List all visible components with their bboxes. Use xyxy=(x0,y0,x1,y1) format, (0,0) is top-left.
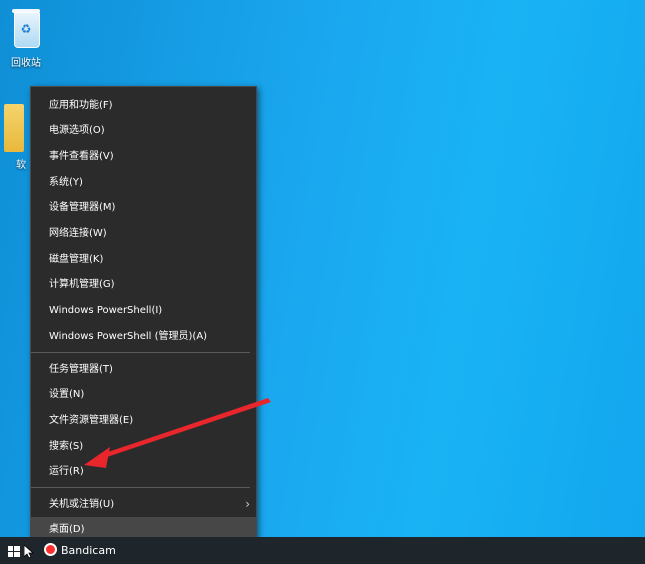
menu-item-apps-features[interactable]: 应用和功能(F) xyxy=(31,93,256,118)
menu-item-shutdown-signout[interactable]: 关机或注销(U) › xyxy=(31,492,256,517)
taskbar-app-label: Bandicam xyxy=(61,544,116,557)
menu-item-computer-management[interactable]: 计算机管理(G) xyxy=(31,272,256,297)
desktop-icon-recycle-bin[interactable]: ♻ 回收站 xyxy=(0,6,54,69)
menu-item-powershell[interactable]: Windows PowerShell(I) xyxy=(31,298,256,323)
menu-separator xyxy=(31,352,250,353)
menu-item-device-manager[interactable]: 设备管理器(M) xyxy=(31,195,256,220)
menu-item-settings[interactable]: 设置(N) xyxy=(31,382,256,407)
winx-context-menu: 应用和功能(F) 电源选项(O) 事件查看器(V) 系统(Y) 设备管理器(M)… xyxy=(30,86,257,548)
desktop-icon-folder[interactable]: 软 xyxy=(4,104,26,171)
menu-item-power-options[interactable]: 电源选项(O) xyxy=(31,118,256,143)
taskbar-app-bandicam[interactable]: Bandicam xyxy=(44,542,116,560)
menu-item-label: 关机或注销(U) xyxy=(49,499,115,510)
menu-item-file-explorer[interactable]: 文件资源管理器(E) xyxy=(31,408,256,433)
menu-item-powershell-admin[interactable]: Windows PowerShell (管理员)(A) xyxy=(31,324,256,349)
menu-item-search[interactable]: 搜索(S) xyxy=(31,434,256,459)
menu-item-network-connections[interactable]: 网络连接(W) xyxy=(31,221,256,246)
folder-icon xyxy=(4,104,24,152)
bandicam-record-icon xyxy=(44,543,57,556)
menu-separator xyxy=(31,487,250,488)
desktop-icon-label: 软 xyxy=(16,160,26,171)
menu-item-event-viewer[interactable]: 事件查看器(V) xyxy=(31,144,256,169)
menu-item-run[interactable]: 运行(R) xyxy=(31,459,256,484)
windows-start-icon[interactable] xyxy=(8,546,20,557)
mouse-cursor-icon xyxy=(24,545,34,559)
menu-item-system[interactable]: 系统(Y) xyxy=(31,170,256,195)
chevron-right-icon: › xyxy=(245,497,250,511)
taskbar: Bandicam xyxy=(0,537,645,564)
desktop-icon-label: 回收站 xyxy=(11,58,41,69)
menu-item-disk-management[interactable]: 磁盘管理(K) xyxy=(31,247,256,272)
recycle-bin-icon: ♻ xyxy=(9,6,43,50)
menu-item-task-manager[interactable]: 任务管理器(T) xyxy=(31,357,256,382)
